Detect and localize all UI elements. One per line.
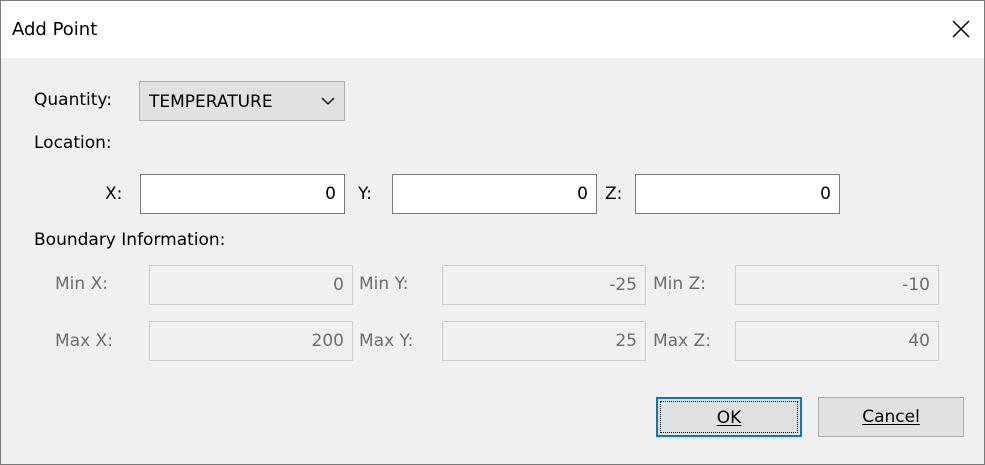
y-label: Y:	[358, 184, 372, 204]
y-value: 0	[577, 184, 588, 204]
z-label: Z:	[605, 184, 623, 204]
min-z-value: -10	[902, 275, 930, 295]
min-z-field: -10	[735, 265, 939, 305]
quantity-label: Quantity:	[34, 90, 112, 110]
add-point-dialog: Add Point Quantity: TEMPERATURE Location…	[0, 0, 985, 465]
max-x-value: 200	[311, 331, 344, 351]
z-input[interactable]: 0	[635, 174, 840, 214]
max-z-value: 40	[908, 331, 930, 351]
quantity-dropdown[interactable]: TEMPERATURE	[139, 81, 345, 121]
min-x-value: 0	[333, 275, 344, 295]
min-y-field: -25	[442, 265, 646, 305]
z-value: 0	[820, 184, 831, 204]
x-value: 0	[325, 184, 336, 204]
ok-button-label: OK	[716, 408, 742, 428]
cancel-button-label: Cancel	[862, 407, 920, 427]
x-label: X:	[105, 184, 123, 204]
close-button[interactable]	[938, 1, 984, 58]
ok-button[interactable]: OK	[656, 397, 802, 437]
min-x-label: Min X:	[55, 274, 108, 294]
max-x-label: Max X:	[55, 331, 113, 351]
chevron-down-icon	[321, 97, 335, 105]
min-x-field: 0	[149, 265, 353, 305]
quantity-selected-value: TEMPERATURE	[149, 92, 273, 112]
min-z-label: Min Z:	[653, 274, 706, 294]
cancel-button[interactable]: Cancel	[818, 397, 964, 437]
location-heading: Location:	[34, 133, 112, 153]
max-y-label: Max Y:	[359, 331, 414, 351]
max-z-label: Max Z:	[653, 331, 711, 351]
max-y-value: 25	[615, 331, 637, 351]
max-x-field: 200	[149, 321, 353, 361]
max-y-field: 25	[442, 321, 646, 361]
y-input[interactable]: 0	[392, 174, 597, 214]
close-icon	[952, 20, 970, 38]
max-z-field: 40	[735, 321, 939, 361]
title-bar[interactable]: Add Point	[1, 1, 984, 58]
x-input[interactable]: 0	[140, 174, 345, 214]
min-y-label: Min Y:	[359, 274, 409, 294]
boundary-heading: Boundary Information:	[34, 230, 226, 250]
min-y-value: -25	[609, 275, 637, 295]
dialog-title: Add Point	[12, 19, 98, 40]
